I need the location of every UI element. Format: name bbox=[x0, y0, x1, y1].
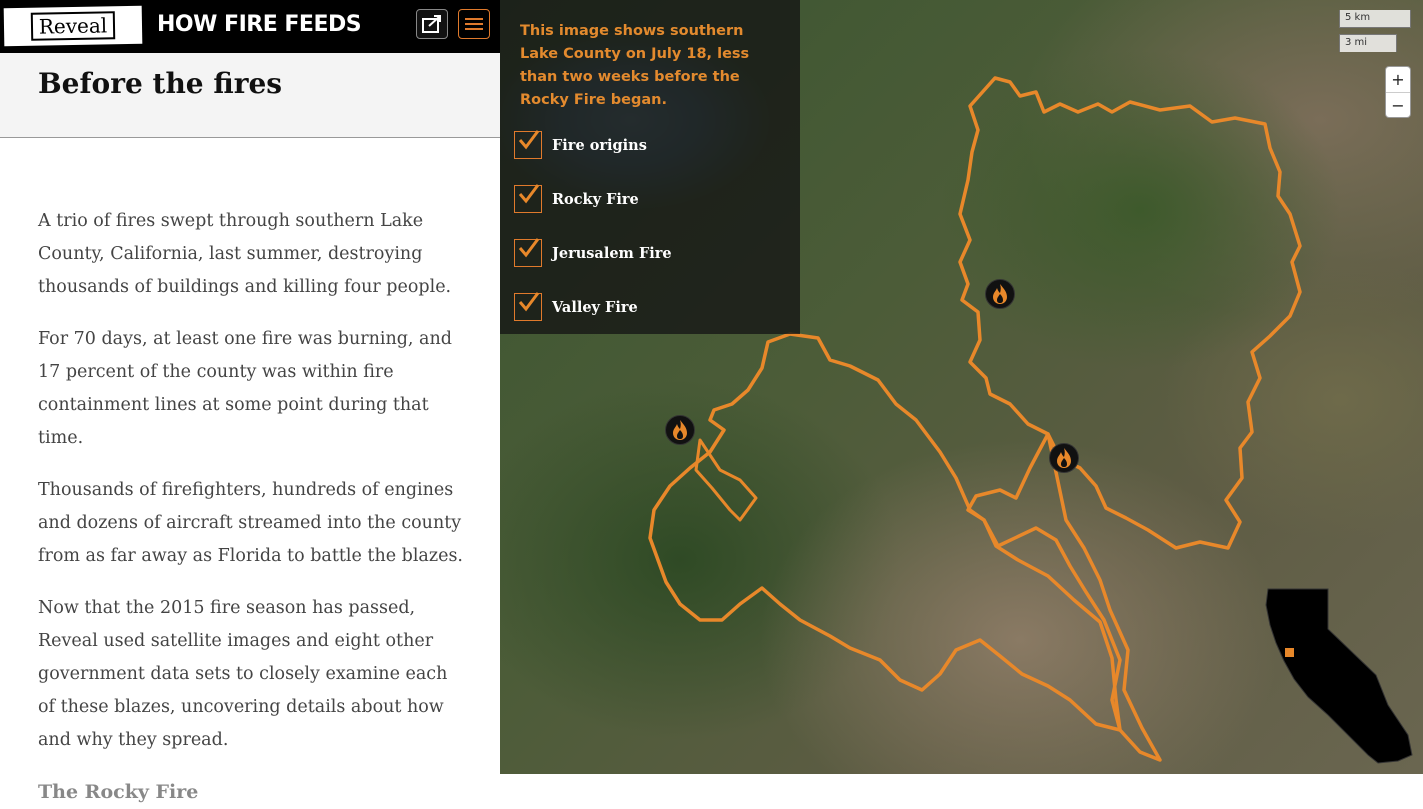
layer-label: Rocky Fire bbox=[552, 190, 639, 208]
checkmark-icon bbox=[518, 184, 540, 204]
layer-toggle-fire-origins[interactable]: Fire origins bbox=[514, 129, 647, 161]
layer-label: Fire origins bbox=[552, 136, 647, 154]
section-title: Before the fires bbox=[38, 67, 283, 100]
scale-mi: 3 mi bbox=[1339, 34, 1397, 52]
fire-origin-marker-jerusalem[interactable] bbox=[1049, 443, 1079, 473]
next-section-heading: The Rocky Fire bbox=[38, 781, 199, 803]
story-paragraph: Now that the 2015 fire season has passed… bbox=[38, 598, 448, 750]
checkmark-icon bbox=[518, 130, 540, 150]
fire-icon bbox=[993, 284, 1007, 304]
layer-label: Jerusalem Fire bbox=[552, 244, 672, 262]
top-bar: Reveal HOW FIRE FEEDS bbox=[0, 0, 500, 53]
checkmark-icon bbox=[518, 292, 540, 312]
reveal-logo[interactable]: Reveal bbox=[3, 5, 143, 47]
fire-icon bbox=[673, 420, 687, 440]
zoom-out-button[interactable]: − bbox=[1386, 93, 1410, 118]
story-paragraph: A trio of fires swept through southern L… bbox=[38, 211, 452, 297]
fire-origin-marker-rocky[interactable] bbox=[985, 279, 1015, 309]
layer-legend: This image shows southern Lake County on… bbox=[500, 0, 800, 334]
site-title[interactable]: HOW FIRE FEEDS bbox=[157, 12, 362, 37]
story-text: A trio of fires swept through southern L… bbox=[38, 205, 468, 809]
valley-fire-inner-lobe bbox=[694, 438, 758, 522]
zoom-control: + − bbox=[1385, 66, 1411, 118]
california-inset-map bbox=[1265, 588, 1413, 764]
story-paragraph: Thousands of firefighters, hundreds of e… bbox=[38, 480, 463, 566]
layer-toggle-valley-fire[interactable]: Valley Fire bbox=[514, 291, 638, 323]
zoom-in-button[interactable]: + bbox=[1386, 67, 1410, 93]
share-icon bbox=[422, 15, 441, 33]
layer-label: Valley Fire bbox=[552, 298, 638, 316]
checkbox[interactable] bbox=[514, 238, 542, 267]
checkbox[interactable] bbox=[514, 292, 542, 321]
study-area-marker bbox=[1285, 648, 1294, 657]
layer-toggle-rocky-fire[interactable]: Rocky Fire bbox=[514, 183, 639, 215]
menu-button[interactable] bbox=[458, 9, 490, 39]
story-paragraph: For 70 days, at least one fire was burni… bbox=[38, 329, 452, 448]
jerusalem-fire-perimeter bbox=[966, 432, 1162, 762]
california-shape bbox=[1265, 588, 1413, 764]
checkbox[interactable] bbox=[514, 130, 542, 159]
hamburger-menu-icon bbox=[465, 18, 483, 30]
checkbox[interactable] bbox=[514, 184, 542, 213]
layer-toggle-jerusalem-fire[interactable]: Jerusalem Fire bbox=[514, 237, 672, 269]
checkmark-icon bbox=[518, 238, 540, 258]
fire-icon bbox=[1057, 448, 1071, 468]
map-caption: This image shows southern Lake County on… bbox=[520, 23, 750, 108]
rocky-fire-perimeter bbox=[958, 76, 1302, 550]
valley-fire-perimeter bbox=[648, 332, 1122, 732]
scale-km: 5 km bbox=[1339, 10, 1411, 28]
section-header: Before the fires bbox=[0, 53, 500, 138]
logo-text: Reveal bbox=[30, 11, 116, 41]
share-button[interactable] bbox=[416, 9, 448, 39]
fire-origin-marker-valley[interactable] bbox=[665, 415, 695, 445]
map-scale: 5 km 3 mi bbox=[1339, 10, 1411, 56]
